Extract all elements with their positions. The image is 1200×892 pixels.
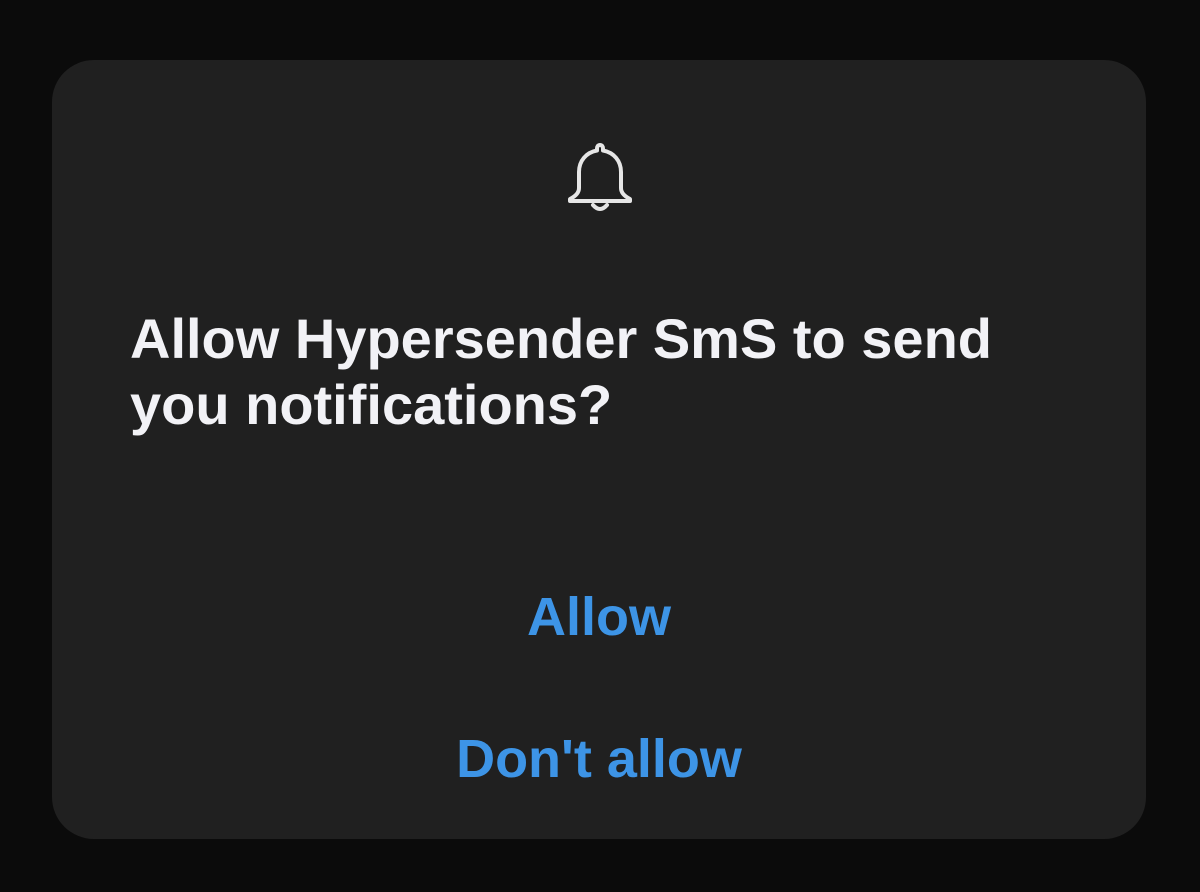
dont-allow-button[interactable]: Don't allow bbox=[52, 714, 1146, 804]
bell-icon bbox=[568, 143, 632, 211]
allow-button[interactable]: Allow bbox=[52, 572, 1146, 662]
screen: Allow Hypersender SmS to send you notifi… bbox=[0, 0, 1200, 892]
dialog-title: Allow Hypersender SmS to send you notifi… bbox=[130, 307, 992, 436]
